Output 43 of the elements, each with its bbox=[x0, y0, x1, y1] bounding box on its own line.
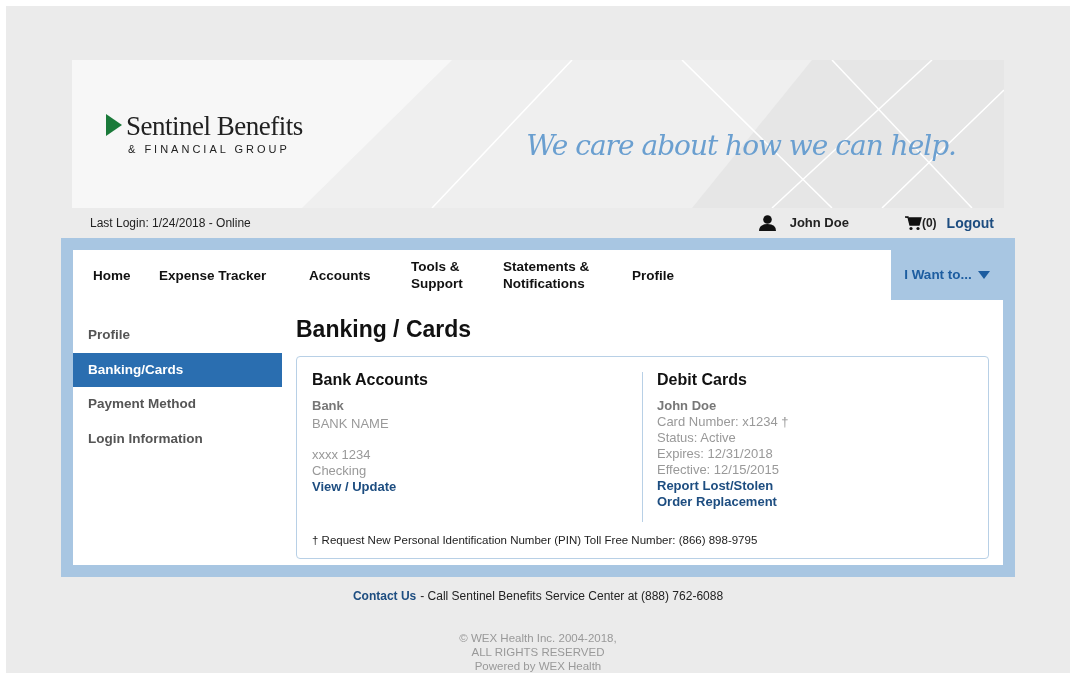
card-detail: Effective: 12/15/2015 bbox=[657, 461, 780, 478]
nav-item[interactable]: Home bbox=[93, 266, 159, 284]
nav-item[interactable]: Accounts bbox=[309, 266, 411, 284]
sidebar-item[interactable]: Payment Method bbox=[73, 387, 282, 422]
copyright-line: Powered by WEX Health bbox=[474, 659, 602, 673]
caret-icon bbox=[977, 271, 990, 279]
account-type: Checking bbox=[312, 462, 368, 479]
view-update-link[interactable]: View / Update bbox=[312, 478, 397, 495]
user-icon bbox=[758, 215, 776, 231]
card-detail: Expires: 12/31/2018 bbox=[657, 445, 774, 462]
bank-accounts-heading: Bank Accounts bbox=[312, 371, 429, 388]
bank-label: Bank bbox=[312, 397, 345, 414]
logo-triangle-icon bbox=[106, 113, 122, 136]
sidebar-item[interactable]: Profile bbox=[73, 318, 282, 353]
copyright-line: ALL RIGHTS RESERVED bbox=[471, 645, 605, 659]
logo-subtitle: & FINANCIAL GROUP bbox=[127, 141, 291, 157]
logo-title: Sentinel Benefits bbox=[126, 110, 303, 141]
sidebar-item[interactable]: Banking/Cards bbox=[73, 352, 282, 387]
card-detail: Card Number: x1234 † bbox=[657, 413, 789, 430]
sidebar-item[interactable]: Login Information bbox=[73, 421, 282, 456]
logout-link[interactable]: Logout bbox=[946, 212, 994, 234]
copyright-line: © WEX Health Inc. 2004-2018, bbox=[459, 631, 617, 645]
i-want-to-menu[interactable]: I Want to... bbox=[891, 250, 1003, 300]
contact-us-link[interactable]: Contact Us bbox=[352, 587, 417, 605]
user-name: John Doe bbox=[789, 214, 849, 233]
nav-item[interactable]: Expense Tracker bbox=[159, 266, 309, 284]
tagline: We care about how we can help. bbox=[526, 128, 956, 164]
nav-item[interactable]: Profile bbox=[632, 266, 742, 284]
card-action-link[interactable]: Order Replacement bbox=[657, 493, 777, 510]
cart-icon[interactable] bbox=[904, 215, 922, 231]
debit-cards-heading: Debit Cards bbox=[657, 371, 748, 388]
card-holder: John Doe bbox=[657, 397, 718, 414]
bank-name: BANK NAME bbox=[312, 415, 390, 432]
nav-item[interactable]: Tools & Support bbox=[411, 258, 503, 292]
account-number: xxxx 1234 bbox=[312, 446, 372, 463]
last-login: Last Login: 1/24/2018 - Online bbox=[90, 215, 251, 232]
nav-item[interactable]: Statements & Notifications bbox=[503, 258, 632, 292]
page-title: Banking / Cards bbox=[296, 315, 473, 344]
cart-count: (0) bbox=[921, 215, 937, 232]
contact-text: - Call Sentinel Benefits Service Center at (888) 762-6088 bbox=[420, 588, 724, 605]
card-detail: Status: Active bbox=[657, 429, 737, 446]
pin-note: † Request New Personal Identification Number (PIN) Toll Free Number: (866) 898-9795 bbox=[312, 533, 759, 549]
card-action-link[interactable]: Report Lost/Stolen bbox=[657, 477, 774, 494]
